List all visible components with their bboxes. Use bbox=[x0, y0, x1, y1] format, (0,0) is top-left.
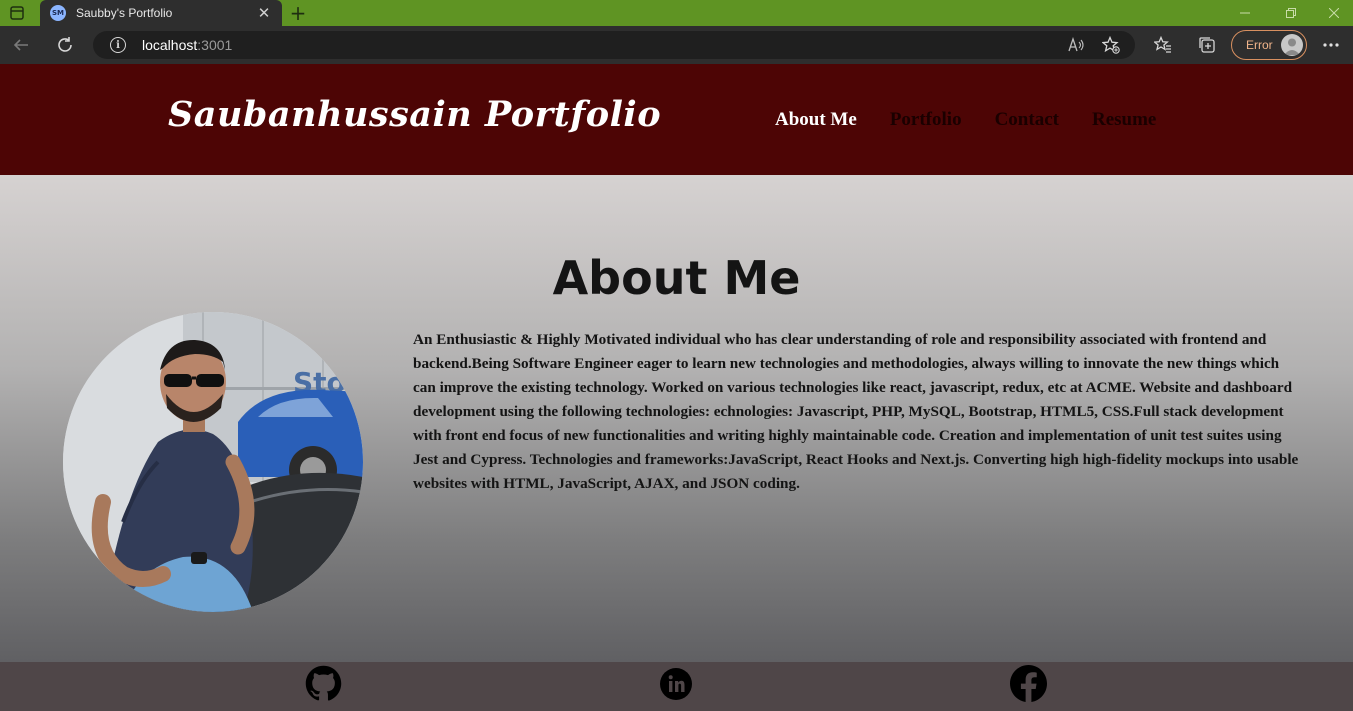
avatar-person-icon bbox=[1284, 38, 1300, 55]
main-nav: About Me Portfolio Contact Resume bbox=[775, 109, 1156, 131]
read-aloud-icon bbox=[1068, 37, 1084, 52]
about-title: About Me bbox=[552, 251, 801, 305]
favorites-button[interactable] bbox=[1150, 26, 1176, 64]
site-info-icon[interactable]: i bbox=[110, 37, 126, 53]
nav-contact[interactable]: Contact bbox=[995, 109, 1059, 131]
nav-portfolio[interactable]: Portfolio bbox=[890, 109, 962, 131]
favicon-icon: SM bbox=[50, 5, 66, 21]
linkedin-icon bbox=[659, 667, 692, 700]
close-icon bbox=[1328, 8, 1339, 18]
address-host: localhost bbox=[142, 37, 198, 53]
profile-avatar bbox=[1281, 34, 1303, 56]
profile-photo: Sto bbox=[63, 312, 363, 612]
github-link[interactable] bbox=[305, 665, 342, 702]
facebook-icon bbox=[1010, 665, 1047, 702]
site-header: Saubanhussain Portfolio About Me Portfol… bbox=[0, 64, 1353, 175]
tab-actions-button[interactable] bbox=[0, 0, 34, 26]
browser-tab-strip: SM Saubby's Portfolio ✕ + bbox=[0, 0, 1353, 26]
about-description: An Enthusiastic & Highly Motivated indiv… bbox=[413, 331, 1299, 492]
address-bar[interactable]: i localhost:3001 bbox=[93, 31, 1135, 59]
browser-tab[interactable]: SM Saubby's Portfolio ✕ bbox=[40, 0, 282, 26]
minimize-icon bbox=[1240, 12, 1250, 14]
add-favorite-button[interactable] bbox=[1099, 31, 1123, 59]
tab-title: Saubby's Portfolio bbox=[76, 6, 173, 20]
site-footer bbox=[0, 662, 1353, 711]
settings-more-button[interactable] bbox=[1318, 26, 1344, 64]
facebook-link[interactable] bbox=[1010, 665, 1047, 702]
github-icon bbox=[305, 665, 342, 701]
minimize-button[interactable] bbox=[1222, 0, 1268, 26]
site-brand[interactable]: Saubanhussain Portfolio bbox=[168, 94, 661, 135]
restore-icon bbox=[1286, 8, 1296, 18]
restore-button[interactable] bbox=[1268, 0, 1314, 26]
collections-button[interactable] bbox=[1194, 26, 1220, 64]
tab-actions-icon bbox=[10, 6, 24, 20]
nav-about-me[interactable]: About Me bbox=[775, 109, 857, 131]
address-port: :3001 bbox=[197, 37, 233, 53]
about-section: About Me Sto An Enthusiastic & Highly Mo… bbox=[0, 175, 1353, 662]
refresh-button[interactable] bbox=[50, 26, 80, 64]
collections-icon bbox=[1199, 37, 1215, 53]
new-tab-button[interactable]: + bbox=[284, 0, 312, 26]
profile-error-button[interactable]: Error bbox=[1231, 30, 1307, 60]
nav-resume[interactable]: Resume bbox=[1092, 109, 1156, 131]
profile-photo-illustration: Sto bbox=[63, 312, 363, 612]
back-button[interactable] bbox=[6, 26, 36, 64]
more-dots-icon bbox=[1323, 43, 1339, 47]
refresh-icon bbox=[58, 37, 72, 52]
browser-toolbar: i localhost:3001 Error bbox=[0, 26, 1353, 64]
star-add-icon bbox=[1102, 36, 1120, 54]
back-arrow-icon bbox=[13, 39, 28, 51]
favorites-icon bbox=[1154, 36, 1171, 53]
tab-close-icon[interactable]: ✕ bbox=[254, 4, 274, 22]
linkedin-link[interactable] bbox=[657, 665, 694, 702]
error-label: Error bbox=[1246, 38, 1273, 52]
address-url[interactable]: localhost:3001 bbox=[142, 37, 232, 53]
close-window-button[interactable] bbox=[1314, 0, 1353, 26]
read-aloud-button[interactable] bbox=[1065, 31, 1089, 59]
